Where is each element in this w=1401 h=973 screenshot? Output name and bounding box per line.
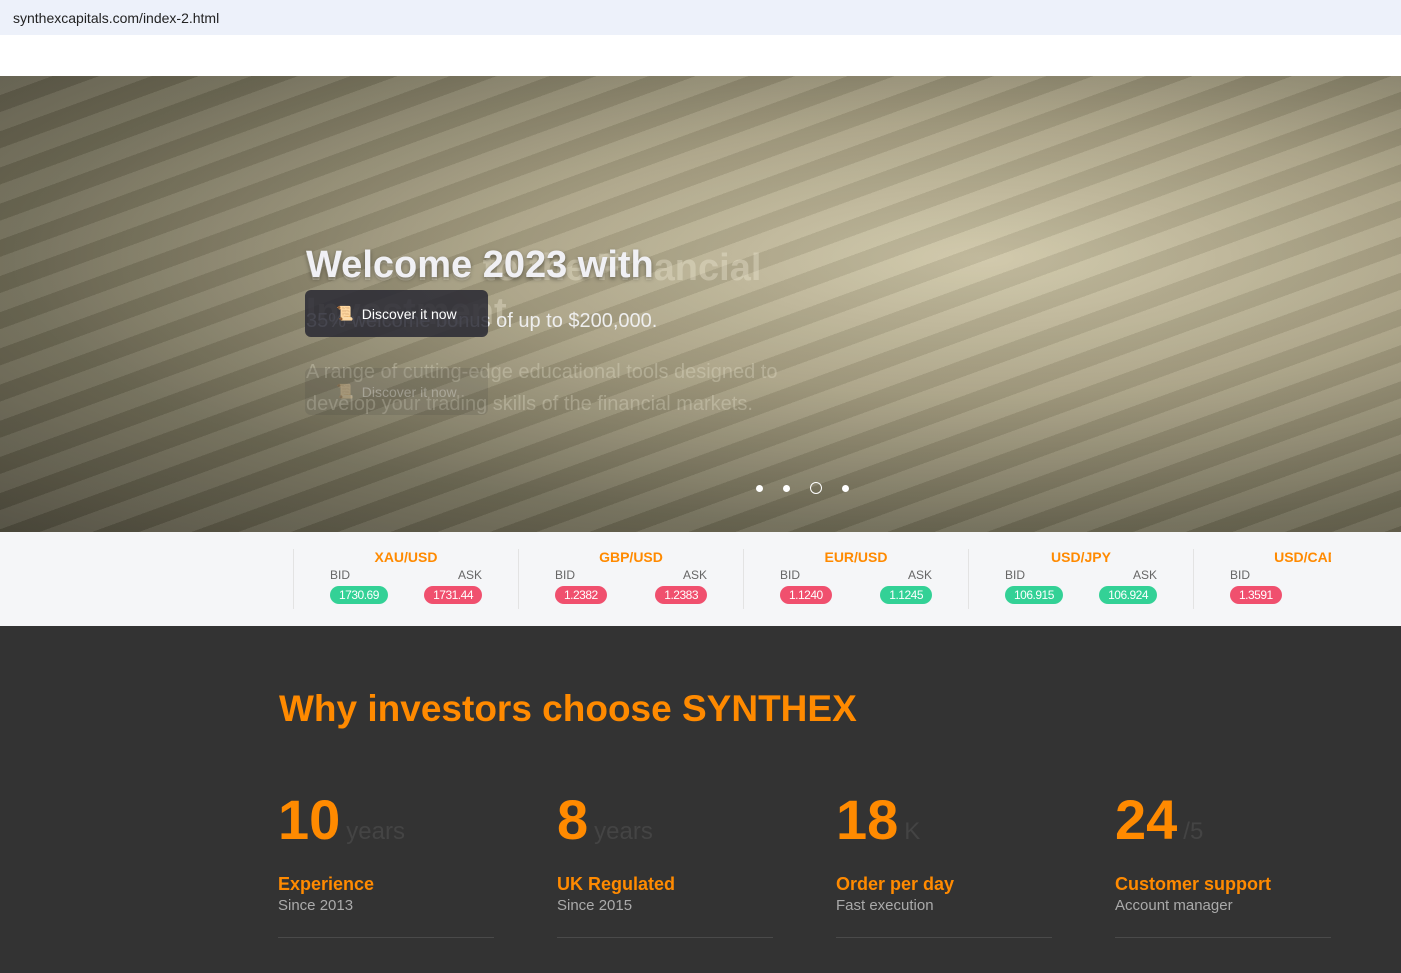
scroll-icon: 📜 [336, 383, 354, 399]
address-bar[interactable]: synthexcapitals.com/index-2.html [0, 0, 1401, 35]
ticker-item: GBP/USD BID ASK 1.2382 1.2383 [518, 549, 743, 609]
ticker-item: USD/CAD BID ASK 1.3591 [1193, 549, 1331, 609]
pair-name: USD/JPY [1051, 549, 1111, 565]
stat-title: Customer support [1115, 874, 1272, 894]
stat-card: 18 K Order per day Fast execution [836, 792, 1052, 938]
discover-button[interactable]: 📜 Discover it now [305, 290, 488, 337]
stat-title: UK Regulated [557, 874, 676, 894]
ask-label: ASK [457, 568, 482, 582]
stat-subtitle: Since 2013 [278, 897, 354, 914]
stat-number: 8 [557, 788, 589, 851]
stat-title: Order per day [836, 874, 955, 894]
bid-label: BID [330, 568, 351, 582]
bid-value: 106.915 [1005, 586, 1063, 604]
bid-value: 1.2382 [555, 586, 607, 604]
pair-name: EUR/USD [824, 549, 888, 565]
hero-title: Welcome 2023 with [306, 244, 654, 286]
scroll-icon: 📜 [336, 305, 354, 321]
slide-dot-1[interactable] [756, 484, 763, 492]
stat-subtitle: Account manager [1115, 897, 1233, 914]
stat-unit: /5 [1183, 818, 1204, 845]
discover-button-label: Discover it now [361, 305, 457, 322]
ask-label: ASK [1132, 568, 1157, 582]
bid-label: BID [555, 568, 576, 582]
previous-discover-button: 📜 Discover it now [305, 368, 488, 415]
stat-card: 24/5 Customer support Account manager [1115, 792, 1331, 938]
stat-number: 18 [836, 788, 899, 851]
ask-label: ASK [907, 568, 932, 582]
ticker-item: EUR/USD BID ASK 1.1240 1.1245 [743, 549, 968, 609]
bid-label: BID [1230, 568, 1251, 582]
slider-dots [756, 482, 849, 494]
bid-value: 1730.69 [330, 586, 388, 604]
pair-name: GBP/USD [599, 549, 663, 565]
ask-value: 106.924 [1099, 586, 1157, 604]
hero-slider: Welcome to the Financial Investment Welc… [0, 76, 1401, 532]
stat-title: Experience [278, 874, 375, 894]
url-text: synthexcapitals.com/index-2.html [13, 9, 220, 26]
bid-value: 1.3591 [1230, 586, 1282, 604]
why-section: Why investors choose SYNTHEX 10 years Exp… [0, 626, 1401, 973]
slide-dot-3-active[interactable] [810, 482, 822, 494]
ask-value: 1.2383 [655, 586, 707, 604]
stat-card: 10 years Experience Since 2013 [278, 792, 494, 938]
stat-unit: K [904, 818, 921, 845]
slide-dot-2[interactable] [783, 484, 790, 492]
pair-name: XAU/USD [374, 549, 438, 565]
section-title: Why investors choose SYNTHEX [279, 688, 857, 729]
stat-subtitle: Since 2015 [557, 897, 633, 914]
stat-card: 8 years UK Regulated Since 2015 [557, 792, 773, 938]
stat-unit: years [346, 818, 405, 845]
bid-label: BID [780, 568, 801, 582]
ticker-item: USD/JPY BID ASK 106.915 106.924 [968, 549, 1193, 609]
stat-subtitle: Fast execution [836, 897, 934, 914]
ask-value: 1.1245 [880, 586, 932, 604]
ticker-item: XAU/USD BID ASK 1730.69 1731.44 [293, 549, 518, 609]
slide-dot-4[interactable] [842, 484, 849, 492]
stat-number: 24 [1115, 788, 1178, 851]
stat-unit: years [594, 818, 653, 845]
price-ticker: XAU/USD BID ASK 1730.69 1731.44 GBP/USD B… [0, 532, 1401, 626]
previous-discover-label: Discover it now [361, 383, 457, 400]
bid-value: 1.1240 [780, 586, 832, 604]
ask-label: ASK [682, 568, 707, 582]
stat-number: 10 [278, 788, 341, 851]
bid-label: BID [1005, 568, 1026, 582]
pair-name: USD/CAD [1274, 549, 1331, 565]
ask-value: 1731.44 [424, 586, 482, 604]
